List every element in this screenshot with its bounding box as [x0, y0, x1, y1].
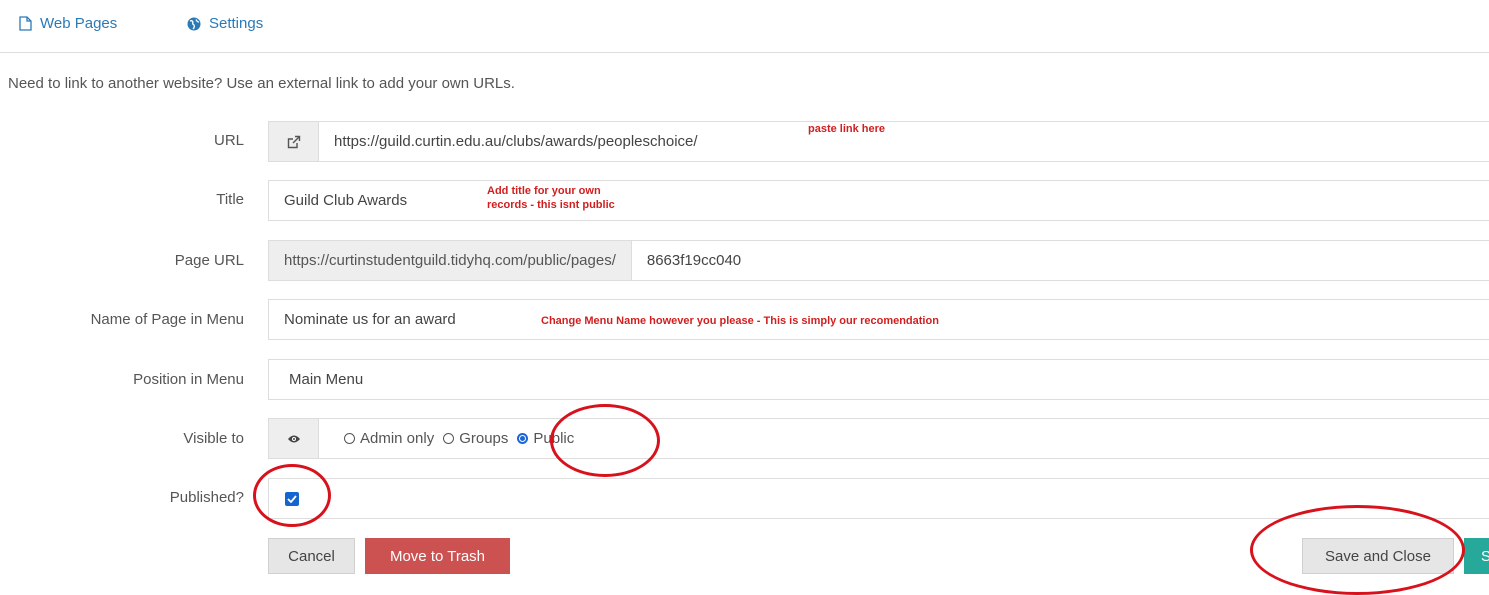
url-annotation: paste link here	[808, 123, 886, 135]
radio-circle-admin	[344, 433, 355, 444]
tab-settings[interactable]: Settings	[187, 15, 263, 32]
globe-icon	[187, 17, 201, 31]
published-label: Published?	[169, 489, 244, 506]
visible-field: Admin only Groups Public	[268, 418, 1489, 459]
file-icon	[19, 16, 32, 31]
eye-icon	[269, 419, 319, 458]
tab-web-pages[interactable]: Web Pages	[19, 15, 117, 32]
external-link-icon	[269, 122, 319, 161]
save-and-close-button[interactable]: Save and Close	[1302, 538, 1454, 574]
radio-admin-label: Admin only	[360, 430, 435, 447]
move-to-trash-button[interactable]: Move to Trash	[365, 538, 510, 574]
radio-public-label: Public	[533, 430, 575, 447]
page-url-field[interactable]: https://curtinstudentguild.tidyhq.com/pu…	[268, 240, 1489, 281]
menu-name-value: Nominate us for an award	[284, 311, 456, 328]
visible-label: Visible to	[183, 430, 244, 447]
radio-admin-only[interactable]: Admin only	[344, 430, 434, 447]
tab-web-pages-label: Web Pages	[40, 15, 118, 32]
checkmark-icon	[287, 494, 297, 503]
published-field	[268, 478, 1489, 519]
radio-circle-groups	[443, 433, 455, 444]
radio-public[interactable]: Public	[517, 430, 574, 447]
visibility-options: Admin only Groups Public	[319, 430, 583, 447]
position-label: Position in Menu	[133, 371, 244, 388]
page-url-label: Page URL	[174, 252, 244, 269]
title-annotation: Add title for your own records - this is…	[487, 184, 615, 212]
page-url-slug: 8663f19cc040	[646, 252, 742, 269]
title-annotation-line1: Add title for your own	[487, 185, 601, 197]
tab-bar: Web Pages Settings	[0, 0, 1489, 53]
save-button[interactable]: S	[1464, 538, 1489, 574]
title-annotation-line2: records - this isnt public	[487, 199, 615, 211]
url-value: https://guild.curtin.edu.au/clubs/awards…	[334, 133, 698, 150]
radio-groups[interactable]: Groups	[443, 430, 508, 447]
position-select[interactable]: Main Menu	[268, 359, 1489, 400]
page-url-prefix: https://curtinstudentguild.tidyhq.com/pu…	[269, 241, 632, 280]
title-field[interactable]: Guild Club Awards	[268, 180, 1489, 221]
title-label: Title	[216, 191, 244, 208]
intro-text: Need to link to another website? Use an …	[8, 75, 515, 92]
url-label: URL	[213, 132, 244, 149]
radio-groups-label: Groups	[459, 430, 509, 447]
title-value: Guild Club Awards	[284, 192, 408, 209]
tab-settings-label: Settings	[209, 15, 264, 32]
published-checkbox[interactable]	[285, 491, 299, 506]
menu-name-annotation: Change Menu Name however you please - Th…	[541, 315, 939, 327]
menu-name-label: Name of Page in Menu	[90, 311, 244, 328]
radio-circle-public	[517, 433, 529, 444]
cancel-button[interactable]: Cancel	[268, 538, 355, 574]
position-value: Main Menu	[289, 371, 364, 388]
